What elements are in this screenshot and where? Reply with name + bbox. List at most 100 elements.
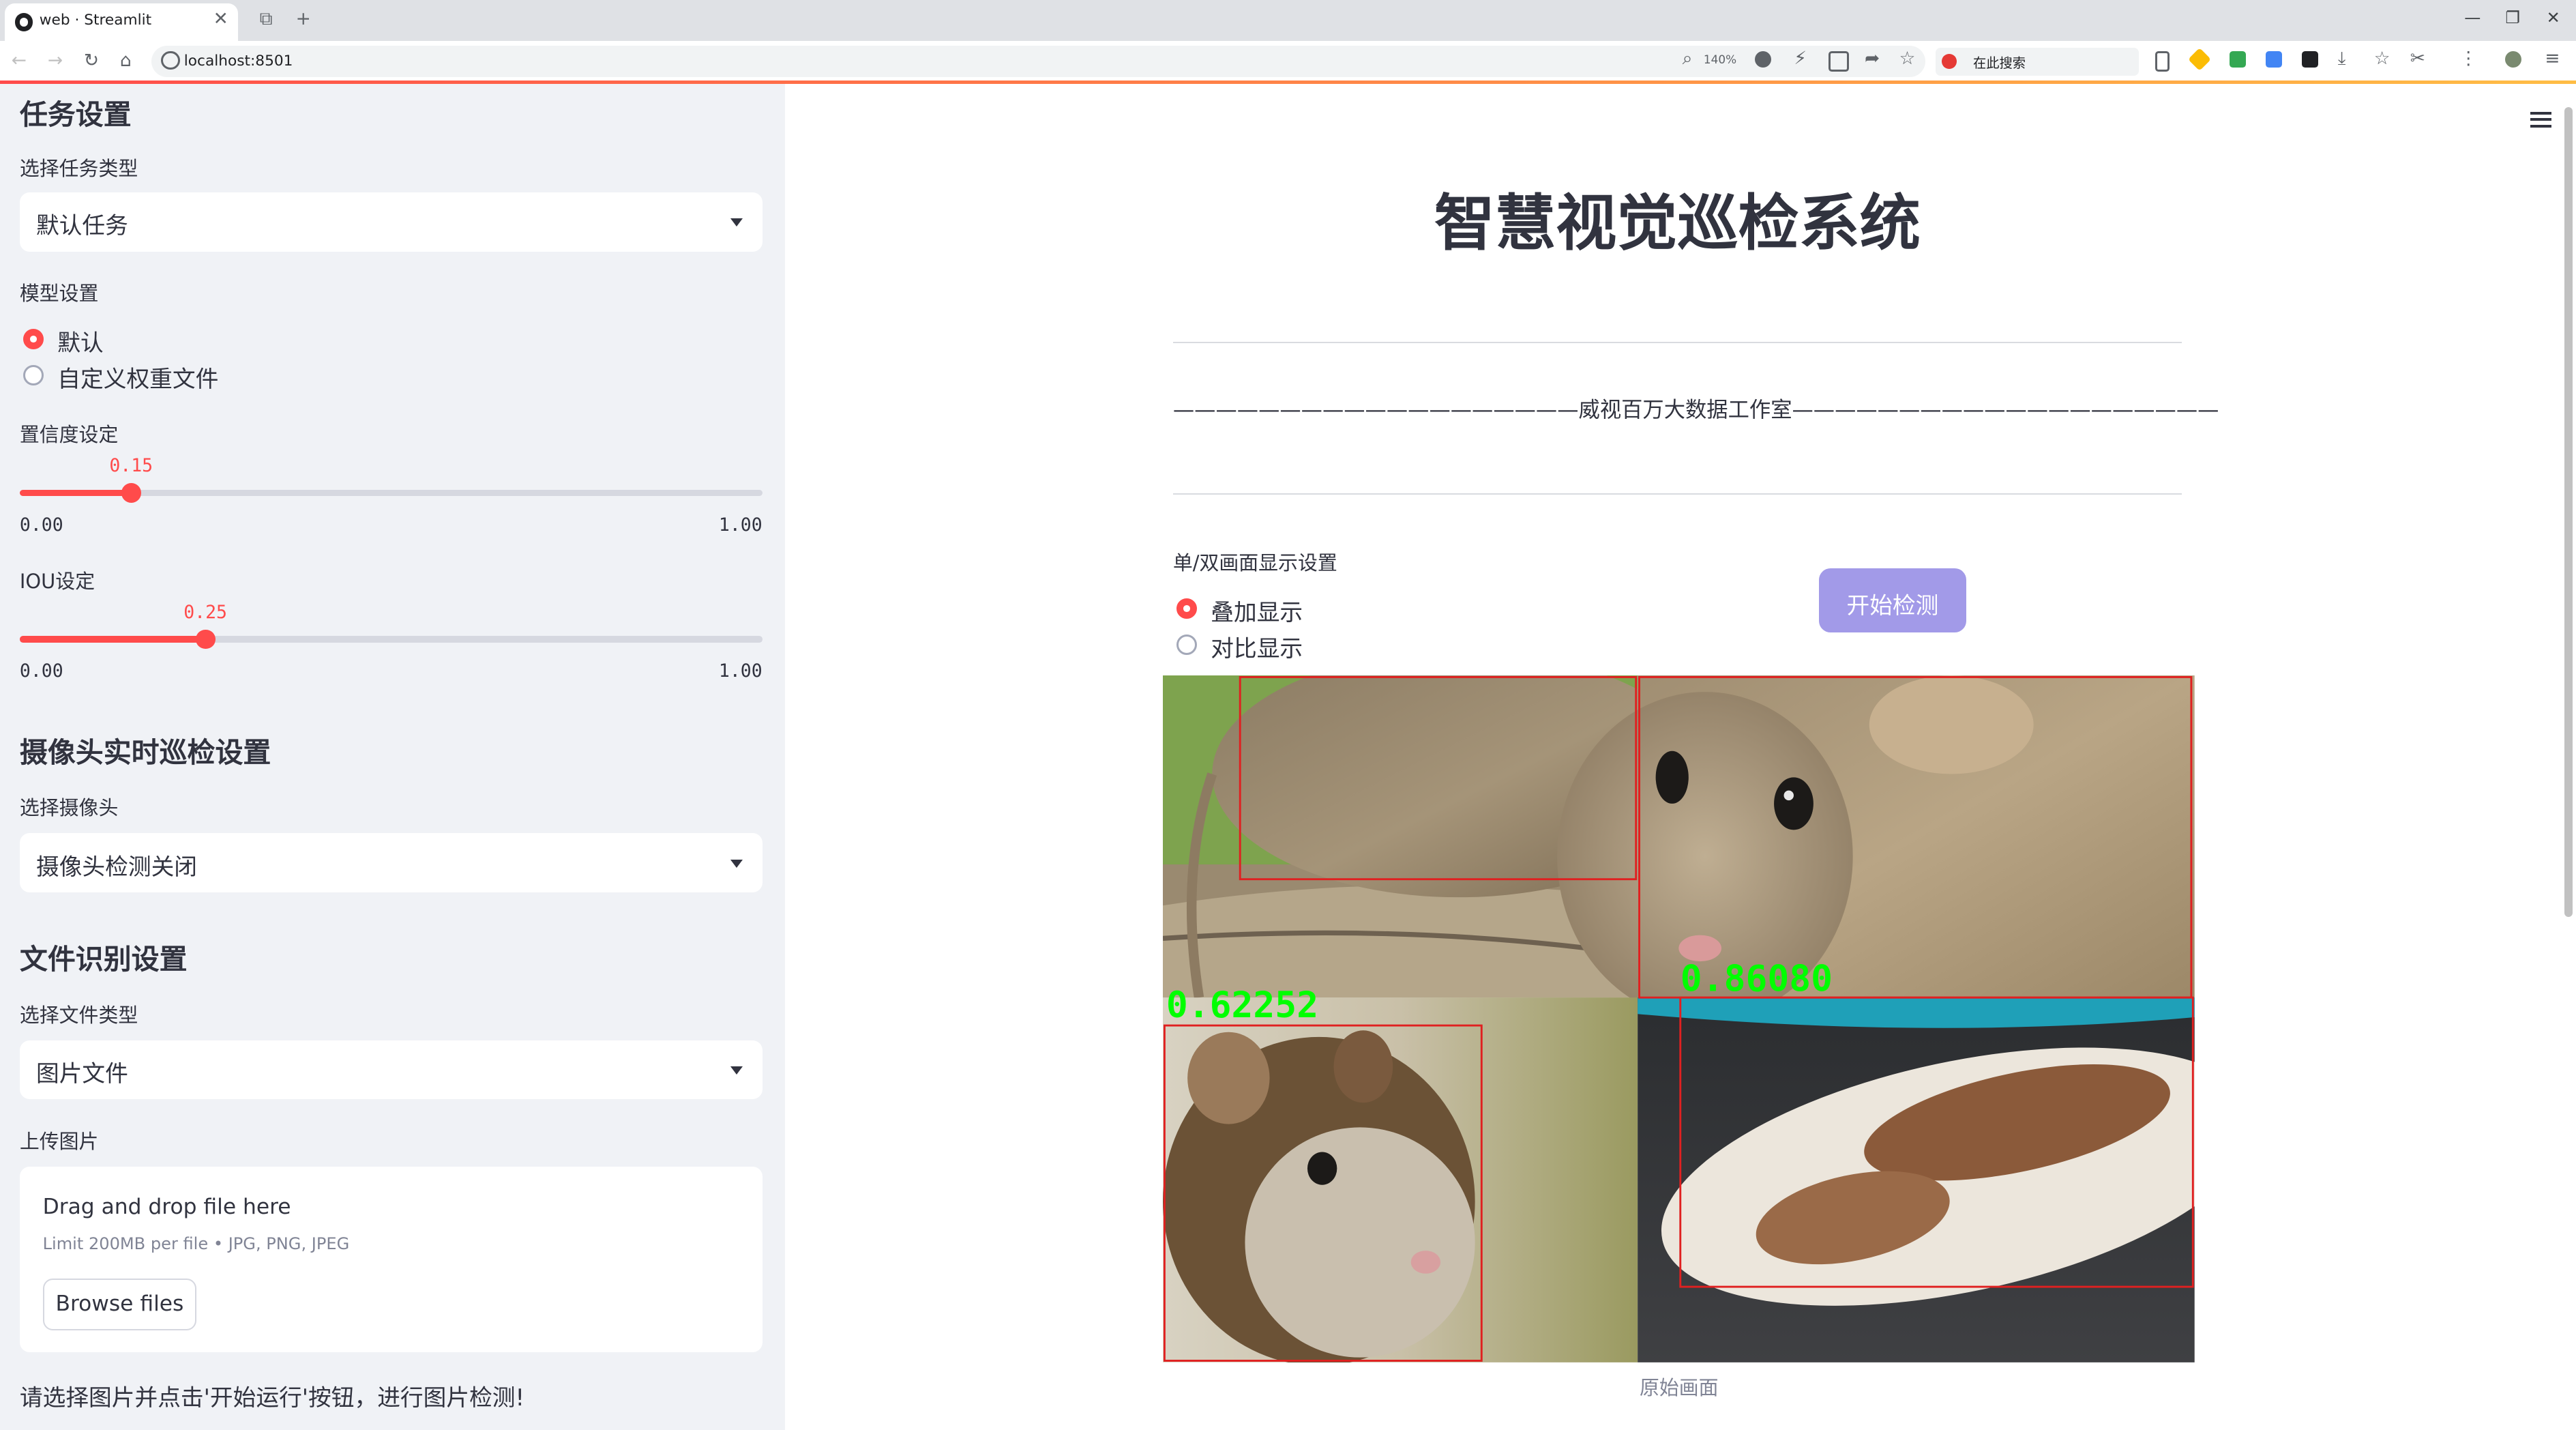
model-option-custom[interactable]: 自定义权重文件 xyxy=(23,363,218,392)
file-settings-header: 文件识别设置 xyxy=(19,943,188,976)
task-type-select[interactable]: 默认任务 xyxy=(19,192,763,252)
hamburger-menu-icon[interactable] xyxy=(2530,111,2551,128)
radio-selected-icon xyxy=(1176,598,1197,619)
chevron-down-icon xyxy=(730,218,743,227)
browser-toolbar: ← → ↻ ⌂ localhost:8501 ⌕ 140% ⚡ ➦ ☆ 在此搜索… xyxy=(0,41,2576,84)
slider-value: 0.15 xyxy=(109,455,153,477)
camera-select-label: 选择摄像头 xyxy=(19,796,119,820)
cut-tool-icon[interactable]: ✂ xyxy=(2410,48,2425,69)
slider-thumb[interactable] xyxy=(121,483,141,504)
translate-icon[interactable] xyxy=(1754,50,1771,68)
slider-max: 1.00 xyxy=(718,514,763,536)
favorite-icon[interactable]: ☆ xyxy=(1899,48,1916,69)
model-settings-label: 模型设置 xyxy=(19,282,99,306)
zoom-icon[interactable]: ⌕ xyxy=(1683,48,1693,69)
file-uploader-dropzone[interactable]: Drag and drop file here Limit 200MB per … xyxy=(19,1167,763,1353)
browser-tab[interactable]: web · Streamlit ✕ xyxy=(5,3,239,42)
start-detection-label: 开始检测 xyxy=(1846,592,1939,619)
screenshot-icon[interactable] xyxy=(1828,50,1850,72)
reading-mode-icon[interactable] xyxy=(2155,50,2170,72)
radio-unselected-icon xyxy=(23,364,44,385)
site-info-icon[interactable] xyxy=(161,50,180,70)
share-icon[interactable]: ➦ xyxy=(1865,48,1880,69)
back-icon[interactable]: ← xyxy=(12,50,27,71)
search-placeholder: 在此搜索 xyxy=(1972,55,2026,72)
slider-min: 0.00 xyxy=(19,514,63,536)
tab-groups-icon[interactable]: ⧉ xyxy=(260,9,273,29)
download-icon[interactable]: ⤓ xyxy=(2338,48,2346,69)
extension-3-icon[interactable] xyxy=(2265,50,2282,68)
bookmark-icon[interactable]: ☆ xyxy=(2374,48,2390,69)
file-type-select[interactable]: 图片文件 xyxy=(19,1040,763,1100)
start-detection-button[interactable]: 开始检测 xyxy=(1818,568,1967,633)
iou-slider[interactable]: 0.25 0.00 1.00 xyxy=(19,592,763,690)
extension-1-icon[interactable] xyxy=(2188,47,2212,71)
address-bar[interactable]: localhost:8501 xyxy=(151,46,1926,78)
sidebar-hint-text: 请选择图片并点击'开始运行'按钮，进行图片检测! xyxy=(19,1384,525,1411)
detection-label-2: 0.86080 xyxy=(1681,958,1833,999)
home-icon[interactable]: ⌂ xyxy=(120,50,132,71)
slider-fill xyxy=(19,489,132,497)
close-tab-icon[interactable]: ✕ xyxy=(213,9,228,29)
main-scrollbar[interactable] xyxy=(2564,106,2573,918)
menu-kebab-icon[interactable]: ⋮ xyxy=(2459,48,2477,69)
display-option-overlay[interactable]: 叠加显示 xyxy=(1176,596,1303,626)
upload-dropzone-title: Drag and drop file here xyxy=(42,1195,291,1220)
browse-files-button[interactable]: Browse files xyxy=(42,1279,197,1331)
slider-track[interactable] xyxy=(19,629,763,650)
extension-4-icon[interactable] xyxy=(2301,50,2318,68)
page-title: 智慧视觉巡检系统 xyxy=(1434,188,1921,260)
upload-label: 上传图片 xyxy=(19,1130,99,1154)
camera-select-value: 摄像头检测关闭 xyxy=(35,853,198,880)
browse-files-label: Browse files xyxy=(55,1291,184,1316)
studio-banner: ———————————————————威视百万大数据工作室———————————… xyxy=(1172,397,2219,422)
restore-icon[interactable]: ❐ xyxy=(2505,8,2520,28)
search-engine-icon xyxy=(1942,54,1957,70)
slider-min: 0.00 xyxy=(19,660,63,682)
radio-selected-icon xyxy=(23,328,44,349)
divider-bottom xyxy=(1172,493,2182,495)
chevron-down-icon xyxy=(730,1066,743,1075)
image-caption: 原始画面 xyxy=(1640,1376,1719,1400)
slider-thumb[interactable] xyxy=(195,629,216,650)
task-type-label: 选择任务类型 xyxy=(19,157,138,180)
display-option-compare[interactable]: 对比显示 xyxy=(1176,632,1303,662)
model-option-default[interactable]: 默认 xyxy=(23,327,104,356)
display-option-label: 叠加显示 xyxy=(1211,598,1303,626)
new-tab-icon[interactable]: + xyxy=(296,9,311,29)
minimize-icon[interactable]: — xyxy=(2464,8,2481,28)
zoom-level: 140% xyxy=(1703,53,1737,67)
model-option-label: 自定义权重文件 xyxy=(57,365,219,392)
sidebar: 任务设置 选择任务类型 默认任务 模型设置 默认 自定义权重文件 置信度设定 0… xyxy=(0,83,786,1430)
display-mode-label: 单/双画面显示设置 xyxy=(1172,551,1337,575)
display-option-label: 对比显示 xyxy=(1211,634,1303,662)
model-option-label: 默认 xyxy=(57,329,104,356)
iou-label: IOU设定 xyxy=(19,569,95,593)
lightning-icon[interactable]: ⚡ xyxy=(1794,48,1807,69)
streamlit-favicon-icon xyxy=(14,13,33,31)
slider-max: 1.00 xyxy=(718,660,763,682)
slider-track[interactable] xyxy=(19,483,763,504)
confidence-label: 置信度设定 xyxy=(19,423,119,447)
detection-result-image: 0.62252 0.86080 xyxy=(1163,675,2195,1362)
tab-title: web · Streamlit xyxy=(39,11,152,29)
profile-avatar-icon[interactable] xyxy=(2505,50,2522,68)
search-box[interactable]: 在此搜索 xyxy=(1935,47,2140,76)
camera-select[interactable]: 摄像头检测关闭 xyxy=(19,833,763,892)
close-window-icon[interactable]: ✕ xyxy=(2547,8,2560,28)
slider-value: 0.25 xyxy=(183,601,227,623)
slider-fill xyxy=(19,636,206,643)
confidence-slider[interactable]: 0.15 0.00 1.00 xyxy=(19,446,763,544)
extension-2-icon[interactable] xyxy=(2229,50,2246,68)
task-settings-header: 任务设置 xyxy=(19,98,132,131)
chevron-down-icon xyxy=(730,859,743,868)
reload-icon[interactable]: ↻ xyxy=(84,50,99,71)
task-type-value: 默认任务 xyxy=(35,212,128,239)
browser-tab-bar: web · Streamlit ✕ ⧉ + — ❐ ✕ xyxy=(0,0,2576,42)
forward-icon[interactable]: → xyxy=(48,50,63,71)
file-type-label: 选择文件类型 xyxy=(19,1003,138,1027)
browser-menu-icon[interactable]: ≡ xyxy=(2545,48,2560,69)
camera-settings-header: 摄像头实时巡检设置 xyxy=(19,735,271,769)
radio-unselected-icon xyxy=(1176,634,1197,655)
url-text[interactable]: localhost:8501 xyxy=(184,53,293,70)
